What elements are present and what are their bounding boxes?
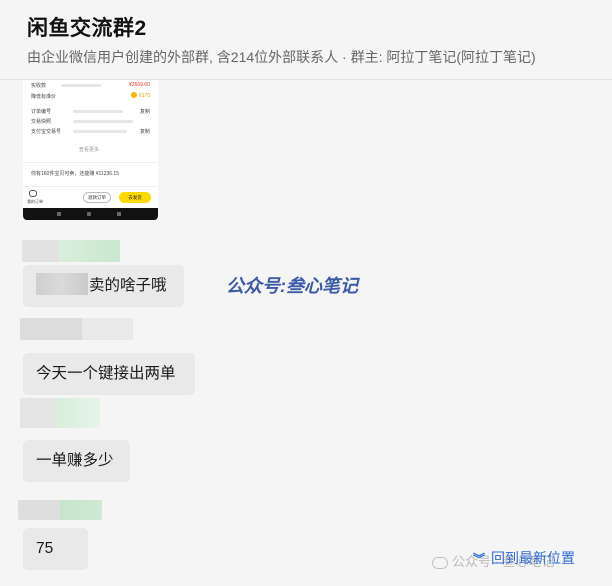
screenshot-row-label: 支付宝交易号	[31, 129, 62, 135]
double-chevron-down-icon: ︾	[473, 552, 486, 566]
blurred-text	[73, 110, 123, 113]
screenshot-row-value: ¥2669.60	[129, 82, 150, 88]
orders-label: 我的订单	[27, 199, 43, 204]
screenshot-bottom-bar: 我的订单 退款订单 去发货	[23, 186, 158, 208]
chat-header: 闲鱼交流群2 由企业微信用户创建的外部群, 含214位外部联系人 · 群主: 阿…	[0, 0, 612, 80]
message-bubble[interactable]: 卖的啥子哦	[23, 265, 184, 307]
copy-label: 复制	[140, 129, 151, 135]
menu-icon	[57, 212, 61, 216]
android-nav-bar	[23, 208, 158, 220]
message-bubble[interactable]: 75	[23, 528, 88, 570]
earnings-summary: 你有160件宝贝可卖，还能赚 ¥11236.15	[31, 171, 119, 177]
message-text: 今天一个键接出两单	[36, 365, 176, 382]
chat-icon	[29, 190, 37, 197]
message-bubble[interactable]: 今天一个键接出两单	[23, 353, 195, 395]
home-icon	[87, 212, 91, 216]
screenshot-row-label: 实收款	[31, 83, 47, 89]
mosaic-redaction	[36, 272, 88, 295]
message-text: 75	[36, 540, 54, 557]
shared-screenshot-image[interactable]: 实收款 ¥2669.60 降低标准价 6170 订单编号 复制 交易快照 支付宝…	[23, 80, 158, 220]
view-more-link: 查看更多	[79, 147, 100, 153]
group-subtitle: 由企业微信用户创建的外部群, 含214位外部联系人 · 群主: 阿拉丁笔记(阿拉…	[27, 49, 536, 65]
back-icon	[117, 212, 121, 216]
sender-avatar-blurred[interactable]	[20, 318, 133, 340]
sender-avatar-blurred[interactable]	[22, 240, 120, 262]
message-text: 一单赚多少	[36, 452, 114, 469]
message-bubble[interactable]: 一单赚多少	[23, 440, 130, 482]
blurred-text	[73, 130, 127, 133]
jump-to-latest-label: 回到最新位置	[491, 550, 576, 566]
screenshot-row-value: 6170	[139, 93, 151, 99]
wechat-icon	[432, 556, 448, 569]
refund-button: 退款订单	[83, 192, 111, 203]
copy-label: 复制	[140, 109, 151, 115]
ship-button: 去发货	[119, 192, 151, 203]
coin-icon	[131, 92, 137, 98]
message-text: 卖的啥子哦	[89, 277, 167, 294]
divider	[23, 162, 158, 163]
screenshot-row-label: 降低标准价	[31, 94, 57, 100]
blurred-text	[73, 120, 133, 123]
blurred-text	[61, 84, 101, 87]
watermark-text: 公众号:叁心笔记	[226, 276, 358, 296]
sender-avatar-blurred[interactable]	[20, 398, 100, 428]
group-title[interactable]: 闲鱼交流群2	[27, 12, 147, 42]
screenshot-row-label: 交易快照	[31, 119, 52, 125]
jump-to-latest-button[interactable]: ︾ 回到最新位置	[473, 548, 575, 568]
screenshot-row-label: 订单编号	[31, 109, 52, 115]
sender-avatar-blurred[interactable]	[18, 500, 102, 520]
